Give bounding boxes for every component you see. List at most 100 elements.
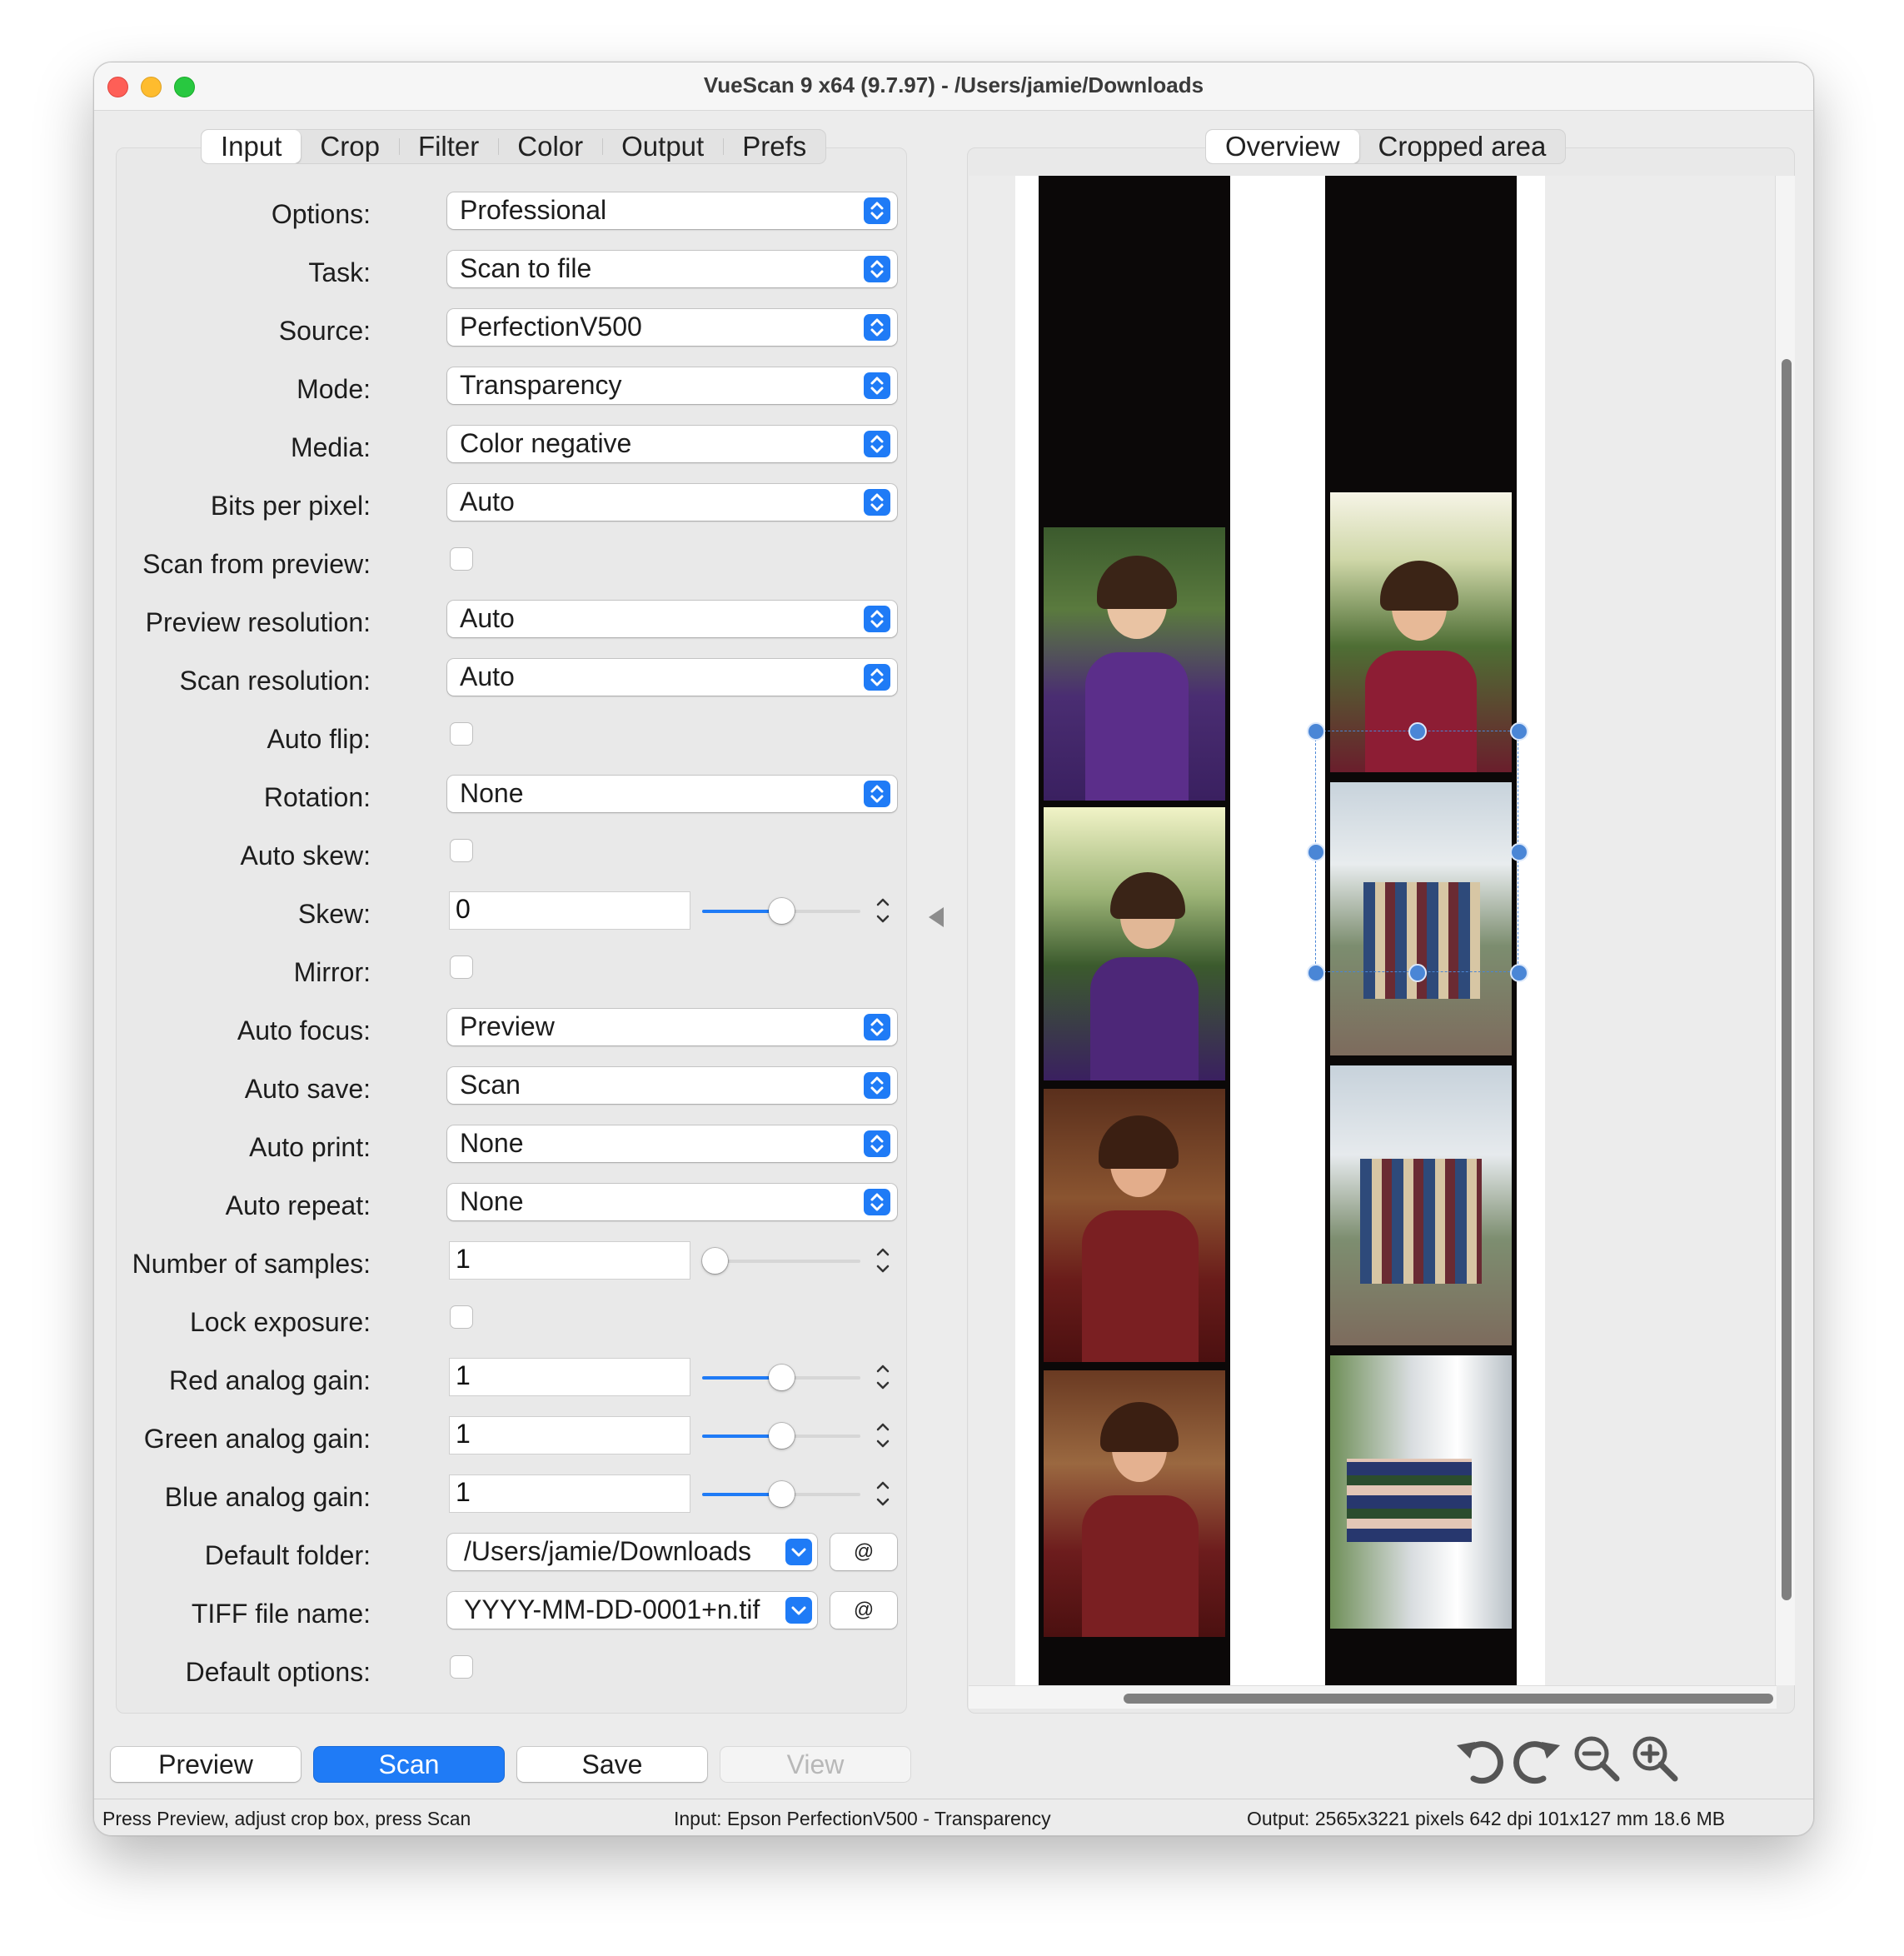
tab-overview[interactable]: Overview: [1206, 130, 1359, 163]
view-button[interactable]: View: [720, 1747, 910, 1782]
tab-prefs[interactable]: Prefs: [723, 130, 825, 163]
auto-skew-checkbox[interactable]: [451, 840, 472, 861]
app-window: VueScan 9 x64 (9.7.97) - /Users/jamie/Do…: [93, 62, 1814, 1836]
blue-analog-gain-stepper-icon[interactable]: [870, 1475, 895, 1512]
red-analog-gain-field[interactable]: 1: [449, 1358, 690, 1396]
crop-handle[interactable]: [1510, 964, 1528, 982]
number-of-samples-stepper-icon[interactable]: [870, 1242, 895, 1279]
crop-handle[interactable]: [1510, 722, 1528, 741]
scan-resolution-select[interactable]: Auto: [447, 659, 897, 696]
preview-button[interactable]: Preview: [111, 1747, 301, 1782]
slider-knob[interactable]: [769, 1423, 795, 1449]
auto-print-select[interactable]: None: [447, 1125, 897, 1162]
auto-focus-value: Preview: [460, 1011, 555, 1041]
auto-save-row: Auto save: Scan: [116, 1067, 907, 1117]
zoom-in-icon[interactable]: [1628, 1730, 1682, 1785]
crop-handle[interactable]: [1510, 843, 1528, 861]
scan-from-preview-row: Scan from preview:: [116, 542, 907, 592]
slider-knob[interactable]: [702, 1248, 728, 1274]
updown-chevron-icon: [864, 781, 890, 807]
preview-resolution-label: Preview resolution:: [145, 607, 371, 637]
preview-canvas[interactable]: [969, 176, 1777, 1685]
default-options-checkbox[interactable]: [451, 1656, 472, 1678]
rotation-label: Rotation:: [263, 782, 371, 812]
mode-select[interactable]: Transparency: [447, 367, 897, 404]
scan-resolution-label: Scan resolution:: [179, 666, 371, 696]
crop-handle[interactable]: [1307, 843, 1325, 861]
green-analog-gain-label: Green analog gain:: [143, 1424, 371, 1454]
number-of-samples-field[interactable]: 1: [449, 1241, 690, 1280]
slider-knob[interactable]: [769, 898, 795, 924]
tab-color[interactable]: Color: [498, 130, 602, 163]
crop-box[interactable]: [1307, 722, 1528, 982]
rotate-left-icon[interactable]: [1452, 1730, 1505, 1785]
tab-filter[interactable]: Filter: [398, 130, 498, 163]
number-of-samples-label: Number of samples:: [132, 1249, 371, 1279]
media-select[interactable]: Color negative: [447, 426, 897, 462]
updown-chevron-icon: [864, 664, 890, 691]
red-analog-gain-stepper-icon[interactable]: [870, 1359, 895, 1395]
vertical-scrollbar[interactable]: [1775, 176, 1795, 1685]
lock-exposure-row: Lock exposure:: [116, 1300, 907, 1350]
rotate-right-icon[interactable]: [1512, 1730, 1565, 1785]
lock-exposure-checkbox[interactable]: [451, 1306, 472, 1328]
vertical-scroll-thumb[interactable]: [1782, 359, 1792, 1600]
tab-output[interactable]: Output: [602, 130, 723, 163]
horizontal-scrollbar[interactable]: [969, 1685, 1777, 1709]
red-analog-gain-slider[interactable]: [702, 1359, 860, 1397]
updown-chevron-icon: [864, 197, 890, 224]
crop-handle[interactable]: [1307, 964, 1325, 982]
tiff-file-name-select[interactable]: YYYY-MM-DD-0001+n.tif: [447, 1592, 817, 1629]
number-of-samples-slider[interactable]: [702, 1242, 860, 1280]
auto-flip-label: Auto flip:: [267, 724, 371, 754]
auto-flip-checkbox[interactable]: [451, 723, 472, 745]
tab-input[interactable]: Input: [202, 130, 302, 163]
media-value: Color negative: [460, 428, 632, 458]
default-folder-select[interactable]: /Users/jamie/Downloads: [447, 1534, 817, 1570]
auto-print-row: Auto print: None: [116, 1125, 907, 1175]
save-button[interactable]: Save: [517, 1747, 707, 1782]
scan-button[interactable]: Scan: [314, 1747, 504, 1782]
updown-chevron-icon: [864, 1189, 890, 1215]
source-select[interactable]: PerfectionV500: [447, 309, 897, 346]
skew-label: Skew:: [297, 899, 371, 929]
bits-per-pixel-select[interactable]: Auto: [447, 484, 897, 521]
zoom-out-icon[interactable]: [1570, 1730, 1623, 1785]
task-select[interactable]: Scan to file: [447, 251, 897, 287]
auto-focus-select[interactable]: Preview: [447, 1009, 897, 1045]
auto-repeat-select[interactable]: None: [447, 1184, 897, 1220]
auto-save-select[interactable]: Scan: [447, 1067, 897, 1104]
default-folder-at-button[interactable]: @: [830, 1534, 897, 1570]
status-bar: Press Preview, adjust crop box, press Sc…: [94, 1799, 1813, 1835]
auto-repeat-row: Auto repeat: None: [116, 1184, 907, 1234]
tab-crop[interactable]: Crop: [301, 130, 399, 163]
scan-resolution-value: Auto: [460, 661, 515, 691]
horizontal-scroll-thumb[interactable]: [1124, 1694, 1773, 1704]
collapse-panel-arrow-icon[interactable]: [929, 907, 944, 927]
preview-resolution-select[interactable]: Auto: [447, 601, 897, 637]
scan-from-preview-checkbox[interactable]: [451, 548, 472, 570]
skew-field[interactable]: 0: [449, 891, 690, 930]
crop-handle[interactable]: [1307, 722, 1325, 741]
tiff-file-name-at-button[interactable]: @: [830, 1592, 897, 1629]
status-hint: Press Preview, adjust crop box, press Sc…: [102, 1808, 471, 1829]
green-analog-gain-stepper-icon[interactable]: [870, 1417, 895, 1454]
status-input: Input: Epson PerfectionV500 - Transparen…: [674, 1808, 1051, 1829]
green-analog-gain-slider[interactable]: [702, 1417, 860, 1455]
blue-analog-gain-slider[interactable]: [702, 1475, 860, 1514]
auto-print-label: Auto print:: [249, 1132, 371, 1162]
default-options-label: Default options:: [185, 1657, 371, 1687]
rotation-select[interactable]: None: [447, 776, 897, 812]
crop-handle[interactable]: [1408, 964, 1427, 982]
crop-handle[interactable]: [1408, 722, 1427, 741]
slider-knob[interactable]: [769, 1365, 795, 1390]
mirror-checkbox[interactable]: [451, 956, 472, 978]
green-analog-gain-field[interactable]: 1: [449, 1416, 690, 1455]
skew-stepper-icon[interactable]: [870, 892, 895, 929]
skew-slider[interactable]: [702, 892, 860, 931]
slider-knob[interactable]: [769, 1481, 795, 1507]
blue-analog-gain-field[interactable]: 1: [449, 1474, 690, 1513]
options-select[interactable]: Professional: [447, 192, 897, 229]
tab-cropped-area[interactable]: Cropped area: [1359, 130, 1566, 163]
film-frame-photo: [1044, 527, 1225, 801]
